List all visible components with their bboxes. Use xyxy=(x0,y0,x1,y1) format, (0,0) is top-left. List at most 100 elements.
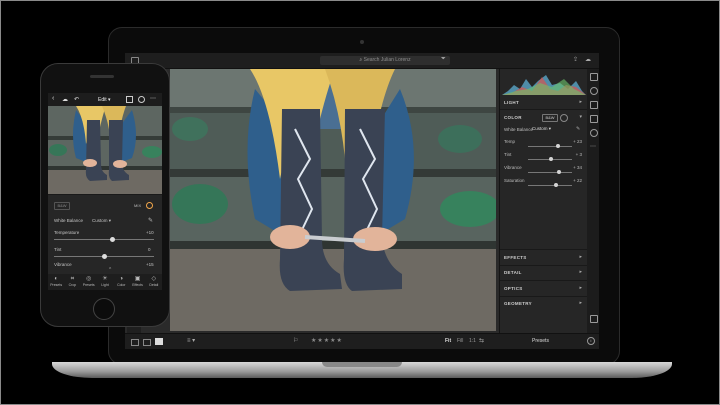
mobile-bw-button[interactable]: B&W xyxy=(54,202,70,210)
mobile-tool-label: Color xyxy=(117,283,126,287)
mobile-panel-collapse-icon[interactable]: ⌃ xyxy=(108,267,112,273)
mobile-top-bar: ‹ ☁ ↶ Edit ▾ ⋯ xyxy=(48,93,162,106)
eyedropper-icon[interactable]: ✎ xyxy=(576,126,580,132)
back-icon[interactable]: ‹ xyxy=(52,95,54,102)
detail-expand-icon[interactable]: ▸ xyxy=(579,269,582,275)
mobile-temperature-value: +10 xyxy=(146,230,154,235)
mobile-tool-bar: ◐ Presets ⌗ Crop ◎ Presets ☀ Light ◑ Color ▣ Effect… xyxy=(48,274,162,290)
mobile-photo-illustration xyxy=(48,106,162,194)
mobile-tool-effects-5[interactable]: ▣ Effects xyxy=(129,274,145,290)
divider xyxy=(48,194,162,195)
slider-value-saturation: + 22 xyxy=(573,178,582,183)
slider-track-vibrance xyxy=(528,172,572,173)
edit-mode-select[interactable]: Edit ▾ xyxy=(98,97,111,103)
mobile-temperature-label: Temperature xyxy=(54,230,80,235)
divider xyxy=(500,109,588,110)
light-expand-icon[interactable]: ▸ xyxy=(579,99,582,105)
optics-section-title[interactable]: OPTICS xyxy=(504,286,523,291)
cloud-icon[interactable]: ☁ xyxy=(585,56,591,63)
edit-icon[interactable] xyxy=(590,73,598,81)
bw-toggle-button[interactable]: B&W xyxy=(542,114,558,122)
fill-zoom-button[interactable]: Fill xyxy=(457,338,463,344)
geometry-section-title[interactable]: GEOMETRY xyxy=(504,301,532,306)
slider-handle-vibrance[interactable] xyxy=(556,170,561,174)
radial-gradient-icon[interactable] xyxy=(590,129,598,137)
phone-speaker xyxy=(90,75,114,78)
color-section-title[interactable]: COLOR xyxy=(504,115,522,120)
mobile-mix-button[interactable]: MIX xyxy=(134,203,141,208)
mobile-temperature-slider[interactable] xyxy=(110,237,115,242)
linear-gradient-icon[interactable] xyxy=(590,115,598,123)
detail-view-icon[interactable] xyxy=(155,338,163,345)
mobile-tool-label: Effects xyxy=(132,283,143,287)
one-to-one-zoom-button[interactable]: 1:1 xyxy=(469,338,476,344)
bottom-bar: ≡ ▾ ⚐ ★★★★★ Fit Fill 1:1 ⇆ Presets i xyxy=(125,333,599,349)
effects-expand-icon[interactable]: ▸ xyxy=(579,254,582,260)
fit-zoom-button[interactable]: Fit xyxy=(445,338,451,344)
flag-icon[interactable]: ⚐ xyxy=(293,337,298,344)
tag-icon[interactable] xyxy=(590,315,598,323)
share-icon[interactable] xyxy=(126,96,133,103)
color-collapse-icon[interactable]: ▾ xyxy=(579,114,582,120)
info-icon[interactable] xyxy=(138,96,145,103)
mobile-tint-slider[interactable] xyxy=(102,254,107,259)
mobile-tool-crop-1[interactable]: ⌗ Crop xyxy=(64,274,80,290)
mobile-vibrance-label: Vibrance xyxy=(54,262,72,267)
sort-icon[interactable]: ≡ ▾ xyxy=(187,337,195,344)
filter-icon[interactable]: ⏷ xyxy=(441,56,446,63)
slider-label-temp: Temp xyxy=(504,139,516,144)
mobile-tint-label: Tint xyxy=(54,247,62,252)
mobile-tool-detail-6[interactable]: ◇ Detail xyxy=(146,274,162,290)
mobile-tint-value: 0 xyxy=(148,247,151,252)
crop-icon[interactable] xyxy=(590,87,598,95)
geometry-expand-icon[interactable]: ▸ xyxy=(579,300,582,306)
presets-button[interactable]: Presets xyxy=(532,338,549,344)
mobile-wb-select[interactable]: Custom ▾ xyxy=(92,218,111,224)
slider-handle-saturation[interactable] xyxy=(554,183,559,187)
mobile-tool-icon: ◐ xyxy=(54,276,58,282)
slider-handle-temp[interactable] xyxy=(555,144,560,148)
optics-expand-icon[interactable]: ▸ xyxy=(579,285,582,291)
laptop-notch xyxy=(322,362,402,367)
divider xyxy=(500,249,588,250)
effects-section-title[interactable]: EFFECTS xyxy=(504,255,527,260)
cloud-icon[interactable]: ☁ xyxy=(62,96,68,103)
mobile-tool-light-3[interactable]: ☀ Light xyxy=(97,274,113,290)
undo-icon[interactable]: ↶ xyxy=(74,96,79,103)
white-balance-select[interactable]: Custom ▾ xyxy=(532,126,551,132)
mobile-color-grade-icon[interactable] xyxy=(146,202,153,209)
slider-label-saturation: Saturation xyxy=(504,178,525,183)
brush-icon[interactable] xyxy=(590,101,598,109)
info-icon[interactable]: i xyxy=(587,337,595,345)
mobile-tool-label: Presets xyxy=(82,283,95,287)
divider xyxy=(500,265,588,266)
mobile-tool-icon: ◑ xyxy=(119,276,124,282)
light-section-title[interactable]: LIGHT xyxy=(504,100,519,105)
slider-value-tint: + 3 xyxy=(575,152,582,157)
square-grid-icon[interactable] xyxy=(143,339,151,346)
more-icon[interactable]: ⋯ xyxy=(590,143,596,150)
mobile-tool-icon: ◇ xyxy=(151,276,157,282)
more-icon[interactable]: ⋯ xyxy=(150,95,156,102)
slider-handle-tint[interactable] xyxy=(548,157,553,161)
mobile-tool-label: Presets xyxy=(50,283,63,287)
mobile-tool-presets-2[interactable]: ◎ Presets xyxy=(81,274,97,290)
mobile-controls: B&W MIX White Balance Custom ▾ ✎ Tempera… xyxy=(48,194,162,290)
slider-track-temp xyxy=(528,146,572,147)
mobile-vibrance-value: +15 xyxy=(146,262,154,267)
mobile-tool-presets-0[interactable]: ◐ Presets xyxy=(48,274,64,290)
mobile-tool-label: Detail xyxy=(149,283,159,287)
mobile-tool-color-4[interactable]: ◑ Color xyxy=(113,274,129,290)
detail-section-title[interactable]: DETAIL xyxy=(504,270,522,275)
compare-icon[interactable]: ⇆ xyxy=(479,337,484,344)
color-mixer-icon[interactable] xyxy=(560,114,568,122)
search-input[interactable]: ⌕ Search Julian Lorenz xyxy=(320,56,450,65)
mobile-eyedropper-icon[interactable]: ✎ xyxy=(148,217,153,224)
mobile-tool-icon: ☀ xyxy=(102,276,108,282)
photo-illustration xyxy=(170,69,496,331)
phone-home-button[interactable] xyxy=(93,298,115,320)
share-icon[interactable]: ⇪ xyxy=(573,56,578,63)
grid-view-icon[interactable] xyxy=(131,339,139,346)
star-rating[interactable]: ★★★★★ xyxy=(311,337,343,344)
slider-label-tint: Tint xyxy=(504,152,512,157)
